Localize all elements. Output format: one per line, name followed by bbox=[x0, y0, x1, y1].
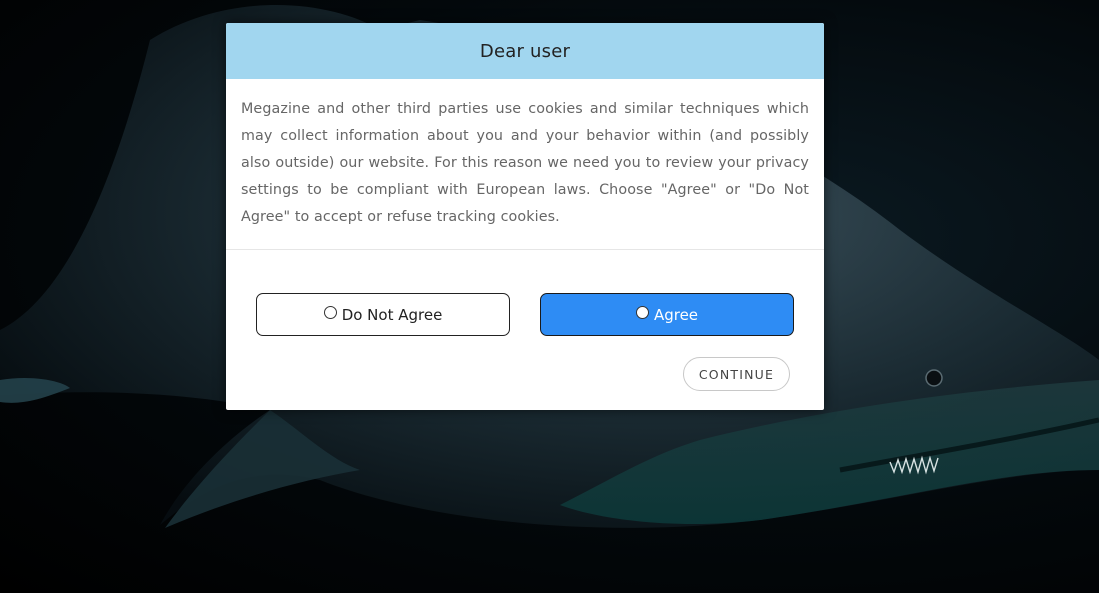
agree-button[interactable]: Agree bbox=[540, 293, 794, 336]
dialog-message: Megazine and other third parties use coo… bbox=[241, 101, 809, 225]
dialog-title: Dear user bbox=[479, 40, 571, 62]
continue-button[interactable]: CONTINUE bbox=[683, 357, 790, 391]
consent-choices: Do Not Agree Agree bbox=[256, 293, 794, 336]
radio-unselected-icon[interactable] bbox=[323, 306, 337, 319]
cookie-consent-dialog: Dear user Megazine and other third parti… bbox=[226, 23, 824, 410]
radio-icon[interactable] bbox=[635, 306, 649, 319]
do-not-agree-label: Do Not Agree bbox=[341, 305, 443, 324]
dialog-body: Megazine and other third parties use coo… bbox=[226, 79, 824, 250]
do-not-agree-button[interactable]: Do Not Agree bbox=[256, 293, 510, 336]
agree-label: Agree bbox=[653, 305, 699, 324]
dialog-header: Dear user bbox=[226, 23, 824, 79]
